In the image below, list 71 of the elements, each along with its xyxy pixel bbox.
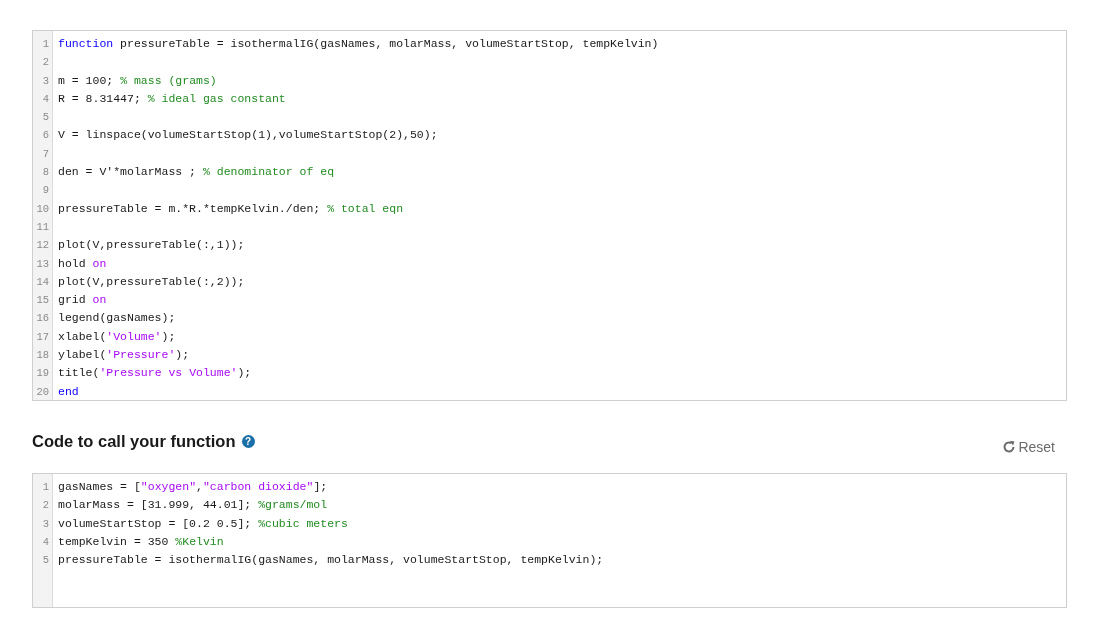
line-number: 9 [41, 183, 50, 199]
line-number: 17 [35, 329, 50, 345]
line-number: 3 [41, 73, 50, 89]
code-token: den = V'*molarMass ; [58, 164, 198, 181]
line-number: 1 [41, 480, 50, 495]
refresh-icon [1002, 440, 1017, 454]
code-token: pressureTable = isothermalIG(gasNames, molarMass, volumeStartStop, tempKelvin) [119, 36, 659, 52]
line-number: 15 [35, 293, 50, 309]
code-token: m = 100; [58, 72, 115, 89]
code-token: ); [161, 328, 176, 345]
code-token: xlabel( [58, 328, 107, 345]
code-token: on [92, 292, 107, 309]
code-token: ylabel( [58, 347, 107, 364]
code-token: tempKelvin = 350 [58, 533, 170, 550]
line-number: 4 [41, 91, 50, 107]
code-token: %Kelvin [175, 533, 224, 550]
line-number: 18 [35, 348, 50, 364]
code-token: ]; [313, 479, 328, 495]
line-number: 1 [41, 37, 50, 52]
line-number: 4 [41, 534, 50, 550]
code-token: pressureTable = m.*R.*tempKelvin./den; [58, 200, 322, 217]
code-token: ); [237, 365, 252, 382]
line-number: 12 [35, 238, 50, 254]
code-token: % ideal gas constant [147, 90, 286, 107]
code-token: , [196, 479, 203, 495]
code-token: volumeStartStop = [0.2 0.5]; [58, 515, 253, 532]
code-token: 'Volume' [106, 328, 162, 345]
code-token: on [92, 255, 107, 272]
line-number: 8 [41, 165, 50, 181]
line-number: 10 [35, 201, 50, 217]
code-token: legend(gasNames); [58, 310, 176, 327]
line-number: 14 [35, 274, 50, 290]
line-number: 20 [35, 384, 50, 400]
code-token: pressureTable = isothermalIG(gasNames, molarMass, volumeStartStop, tempKelvin); [58, 552, 604, 569]
code-editor[interactable] [32, 473, 1067, 608]
code-token: "carbon dioxide" [202, 479, 314, 495]
code-token: ); [175, 347, 190, 364]
line-number: 5 [41, 553, 50, 569]
code-token: grid [58, 292, 87, 309]
code-token: plot(V,pressureTable(:,1)); [58, 237, 245, 254]
reset-button[interactable]: Reset [1002, 439, 1055, 455]
code-token: title( [58, 365, 100, 382]
line-number: 3 [41, 516, 50, 532]
line-number: 6 [41, 128, 50, 144]
line-number: 11 [35, 219, 50, 235]
code-token: % denominator of eq [202, 164, 335, 181]
code-editor[interactable] [32, 30, 1067, 401]
line-number: 16 [35, 311, 50, 327]
line-number: 5 [41, 110, 50, 126]
code-token: "oxygen" [140, 479, 197, 495]
code-token: gasNames = [ [58, 479, 141, 495]
line-number: 2 [41, 55, 50, 71]
line-number: 13 [35, 256, 50, 272]
code-token: molarMass = [31.999, 44.01]; [58, 497, 253, 514]
help-icon[interactable]: ? [241, 434, 255, 448]
line-number: 7 [41, 146, 50, 162]
code-token: end [58, 383, 79, 400]
line-number: 2 [41, 498, 50, 514]
code-token: plot(V,pressureTable(:,2)); [58, 273, 245, 290]
section-heading: Code to call your function [32, 431, 236, 451]
code-token: 'Pressure' [106, 347, 176, 364]
code-token: %grams/mol [258, 497, 328, 514]
code-token: % total eqn [327, 200, 404, 217]
code-token: V = linspace(volumeStartStop(1),volumeStartStop(2),50); [58, 127, 438, 144]
code-token: hold [58, 255, 87, 272]
code-token: %cubic meters [258, 515, 348, 532]
code-token: 'Pressure vs Volume' [99, 365, 238, 382]
code-token: function [58, 36, 114, 52]
code-token: R = 8.31447; [58, 90, 142, 107]
code-token: % mass (grams) [120, 72, 217, 89]
line-number: 19 [35, 366, 50, 382]
